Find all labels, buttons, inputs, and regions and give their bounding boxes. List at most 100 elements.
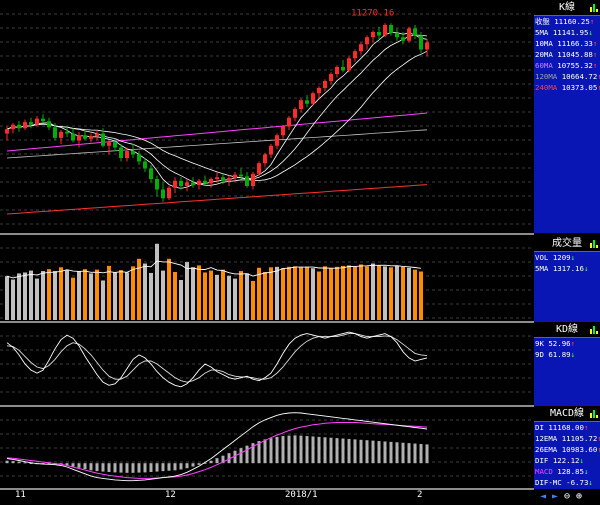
volume-bar	[215, 274, 219, 320]
volume-bar	[251, 280, 255, 320]
macd-histogram-bar	[173, 463, 177, 471]
candle-body	[161, 189, 165, 199]
volume-bar	[395, 265, 399, 320]
candle-body	[71, 133, 75, 141]
candle-body	[173, 180, 177, 188]
candle-body	[5, 129, 9, 134]
volume-bar	[347, 265, 351, 320]
price-legend-row: 5MA 11141.95↓	[534, 27, 600, 38]
macd-histogram-bar	[89, 463, 93, 471]
volume-bar	[191, 267, 195, 320]
candle-body	[113, 142, 117, 148]
macd-panel-title[interactable]: MACD線	[534, 406, 600, 422]
price-legend-row: 60MA 10755.32↑	[534, 60, 600, 71]
macd-histogram-bar	[107, 463, 111, 472]
scroll-left-button[interactable]: ◄	[540, 491, 546, 502]
volume-bar	[5, 276, 9, 320]
macd-histogram-bar	[419, 443, 423, 464]
volume-bar	[179, 280, 183, 320]
volume-bar	[365, 266, 369, 320]
price-trend-arrow: ↑	[592, 39, 598, 48]
candle-body	[77, 135, 81, 141]
volume-bar	[11, 279, 15, 320]
macd-histogram-bar	[383, 441, 387, 464]
volume-bar	[71, 277, 75, 320]
price-legend-row: 240MA 10373.05↑	[534, 82, 600, 93]
volume-bar	[143, 263, 147, 320]
candle-body	[251, 173, 255, 186]
price-legend-row: 10MA 11166.33↑	[534, 38, 600, 49]
volume-legend-value: 1317.16	[552, 264, 584, 273]
price-legend-label: 240MA	[535, 83, 562, 92]
volume-bar	[17, 273, 21, 320]
x-axis-label: 2	[417, 490, 423, 500]
candle-body	[425, 42, 429, 50]
price-panel-title[interactable]: K線	[534, 0, 600, 16]
candle-body	[107, 142, 111, 146]
zoom-in-button[interactable]: ⊕	[576, 491, 582, 502]
ma-20-line	[6, 50, 428, 181]
volume-bar	[341, 265, 345, 320]
price-legend-value: 11141.95	[552, 28, 589, 37]
kd-panel-title-text: KD線	[555, 324, 579, 335]
candle-body	[353, 51, 357, 59]
volume-bar	[275, 266, 279, 320]
volume-legend-panel: 成交量 VOL 1209↓ 5MA 1317.16↓	[534, 236, 600, 322]
price-legend-value: 11160.25	[554, 17, 590, 26]
candle-body	[209, 179, 213, 184]
kd-trend-arrow: ↓	[570, 350, 576, 359]
macd-histogram-bar	[269, 438, 273, 464]
macd-legend-label: 26EMA	[535, 445, 562, 454]
price-trend-arrow: ↓	[588, 28, 593, 37]
kd-legend-label: 9D	[535, 350, 549, 359]
macd-histogram-bar	[149, 463, 153, 472]
macd-histogram-bar	[413, 443, 417, 464]
macd-histogram-bar	[95, 463, 99, 472]
candle-body	[23, 122, 27, 129]
candle-body	[227, 178, 231, 181]
candle-body	[167, 187, 171, 199]
bar-chart-icon[interactable]	[590, 3, 598, 12]
x-axis-label: 2018/1	[285, 490, 318, 500]
candle-body	[323, 81, 327, 88]
volume-bar	[83, 269, 87, 320]
volume-bar	[323, 266, 327, 320]
bar-chart-icon[interactable]	[590, 325, 598, 334]
candle-body	[281, 126, 285, 136]
volume-legend-value: 1209	[552, 253, 571, 262]
bar-chart-icon[interactable]	[590, 409, 598, 418]
macd-legend-value: -6.73	[566, 478, 589, 487]
ma-240-line	[6, 184, 428, 215]
kd-panel-title[interactable]: KD線	[534, 322, 600, 338]
volume-bar	[119, 270, 123, 320]
bar-chart-icon[interactable]	[590, 239, 598, 248]
price-trend-arrow: ↑	[589, 17, 595, 26]
macd-histogram-bar	[305, 436, 309, 464]
scroll-right-button[interactable]: ►	[552, 491, 558, 502]
candle-body	[377, 32, 381, 36]
candle-body	[203, 180, 207, 184]
volume-bar	[389, 267, 393, 320]
volume-bar	[359, 264, 363, 320]
price-trend-arrow: ↑	[592, 50, 598, 59]
macd-histogram-bar	[101, 463, 105, 472]
macd-histogram-bar	[185, 463, 189, 469]
macd-legend-label: MACD	[535, 467, 558, 476]
candle-body	[47, 121, 51, 128]
candle-body	[125, 151, 129, 158]
candle-body	[335, 67, 339, 74]
candle-body	[197, 180, 201, 186]
macd-histogram-bar	[167, 463, 171, 471]
volume-panel-title[interactable]: 成交量	[534, 236, 600, 252]
ma-10-line	[6, 34, 428, 186]
zoom-out-button[interactable]: ⊖	[564, 491, 570, 502]
price-legend-row: 20MA 11045.88↑	[534, 49, 600, 60]
macd-histogram-bar	[329, 437, 333, 464]
volume-bar	[281, 268, 285, 320]
candle-body	[275, 135, 279, 146]
price-legend-panel: K線 收盤 11160.25↑ 5MA 11141.95↓ 10MA 11166.3…	[534, 0, 600, 233]
macd-histogram-bar	[143, 463, 147, 473]
volume-bar	[203, 272, 207, 320]
macd-legend-row: 26EMA 10983.60↑	[534, 444, 600, 455]
macd-histogram-bar	[311, 436, 315, 464]
